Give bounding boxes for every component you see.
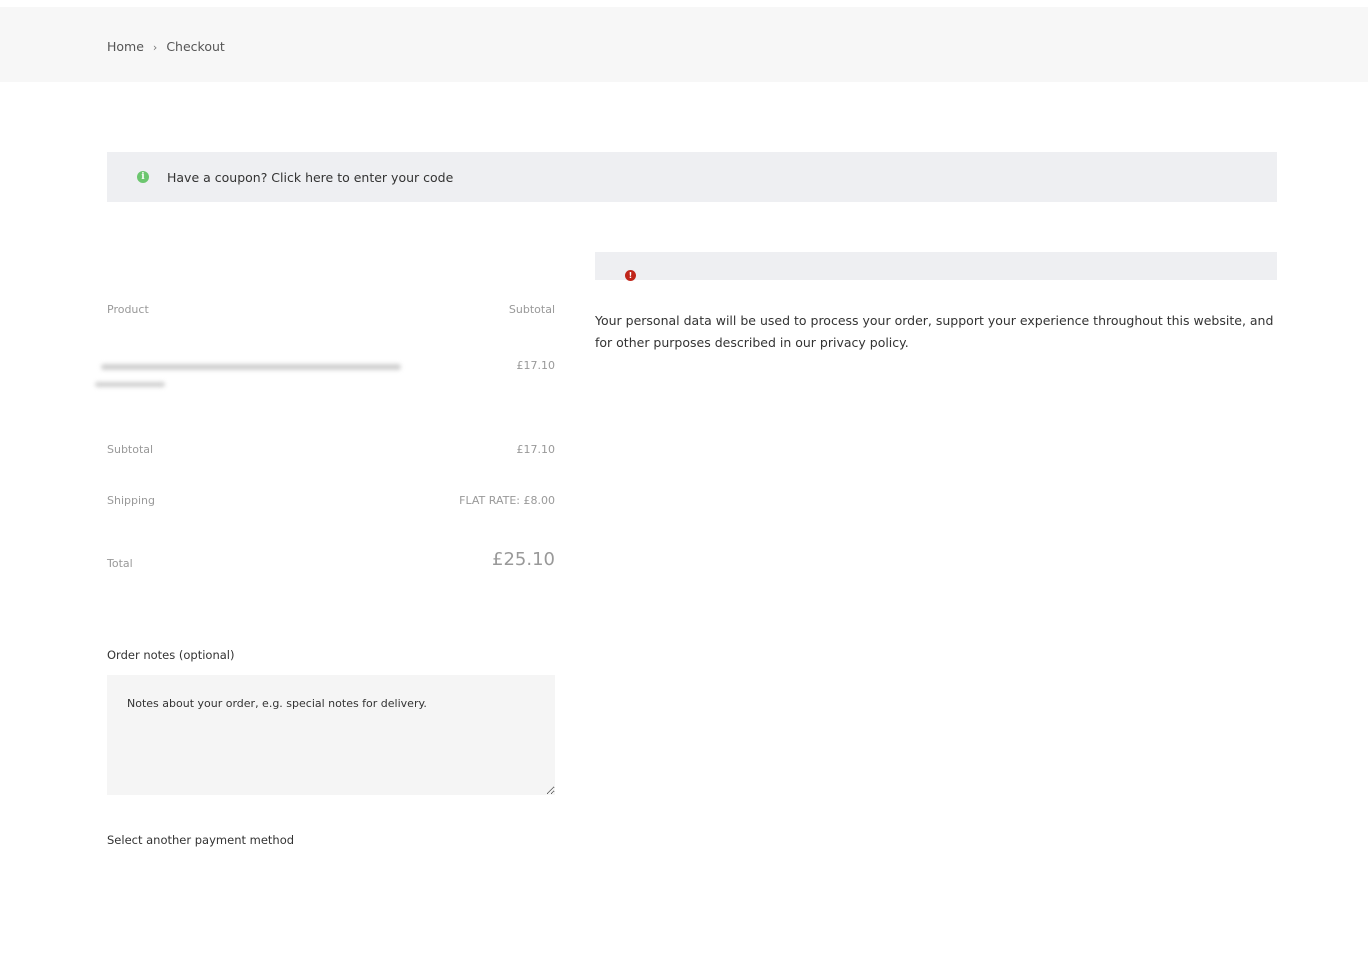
error-notice: ! <box>595 252 1277 281</box>
subtotal-value: £17.10 <box>516 443 556 456</box>
header-subtotal: Subtotal <box>508 303 555 316</box>
total-label: Total <box>107 557 133 570</box>
shipping-value: FLAT RATE: £8.00 <box>459 494 555 507</box>
header-product: Product <box>107 303 149 316</box>
coupon-link[interactable]: Have a coupon? Click here to enter your … <box>167 170 453 185</box>
total-value: £25.10 <box>492 549 555 570</box>
blurred-product-name <box>95 358 425 398</box>
error-icon: ! <box>625 270 636 281</box>
subtotal-label: Subtotal <box>107 443 154 456</box>
order-notes-label: Order notes (optional) <box>107 648 235 662</box>
info-icon: i <box>137 171 149 183</box>
coupon-notice[interactable]: i Have a coupon? Click here to enter you… <box>107 152 1277 202</box>
privacy-policy-text: Your personal data will be used to proce… <box>595 313 1274 350</box>
breadcrumb: Home › Checkout <box>107 39 225 54</box>
breadcrumb-separator: › <box>152 41 158 54</box>
breadcrumb-bar: Home › Checkout <box>0 7 1368 82</box>
breadcrumb-home-link[interactable]: Home <box>107 39 144 54</box>
select-payment-method-link[interactable]: Select another payment method <box>107 833 294 847</box>
item-price: £17.10 <box>516 359 556 372</box>
breadcrumb-current: Checkout <box>166 39 225 54</box>
order-notes-field[interactable] <box>107 675 555 795</box>
shipping-label: Shipping <box>107 494 155 507</box>
